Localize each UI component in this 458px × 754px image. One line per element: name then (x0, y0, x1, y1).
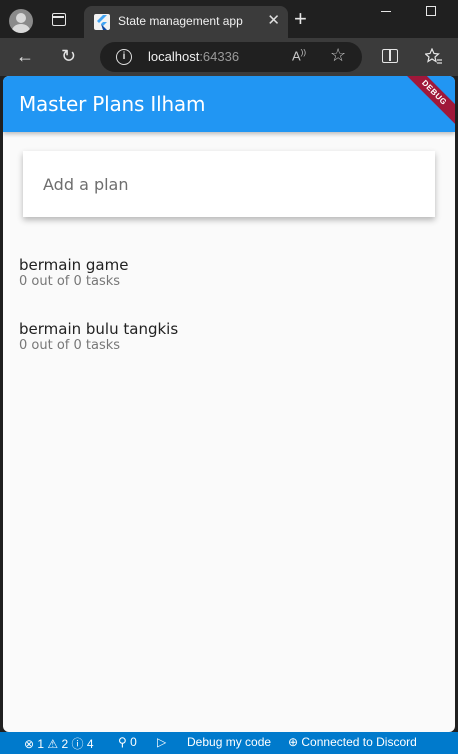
reload-icon[interactable]: ↻ (61, 46, 76, 66)
close-tab-icon[interactable]: ✕ (267, 12, 280, 30)
globe-icon: ⊕ (288, 735, 302, 749)
plan-name: bermain bulu tangkis (19, 320, 179, 338)
plan-list-item[interactable]: bermain bulu tangkis 0 out of 0 tasks (19, 320, 439, 354)
url-text: localhost:64336 (148, 49, 240, 64)
profile-avatar-icon[interactable] (9, 9, 33, 33)
status-bar: ⊗ 1 ⚠ 2 ⓘ 4 ⚲ 0 ▷ Debug my code ⊕ Connec… (0, 732, 458, 754)
read-aloud-icon[interactable]: A)) (292, 48, 306, 63)
browser-tab[interactable]: State management app ✕ (84, 6, 288, 38)
plan-list-item[interactable]: bermain game 0 out of 0 tasks (19, 256, 439, 290)
problems-indicator[interactable]: ⊗ 1 ⚠ 2 ⓘ 4 (24, 735, 94, 752)
app-bar: Master Plans Ilham (3, 76, 455, 132)
add-plan-input[interactable] (23, 151, 435, 217)
maximize-window-icon[interactable] (426, 6, 436, 16)
broadcast-icon: ⚲ (118, 735, 131, 749)
debug-my-code[interactable]: Debug my code (187, 735, 271, 749)
favorite-star-icon[interactable]: ☆ (330, 45, 346, 66)
discord-status[interactable]: ⊕ Connected to Discord (288, 735, 417, 749)
favorites-icon[interactable] (424, 47, 443, 64)
split-screen-icon[interactable] (382, 49, 398, 63)
plan-progress: 0 out of 0 tasks (19, 338, 121, 353)
add-plan-card (23, 151, 435, 217)
plan-progress: 0 out of 0 tasks (19, 274, 121, 289)
address-bar[interactable]: i localhost:64336 A)) ☆ (100, 42, 362, 72)
tab-title: State management app (118, 14, 243, 28)
plan-name: bermain game (19, 256, 129, 274)
minimize-window-icon[interactable] (381, 11, 391, 12)
app-bar-title: Master Plans Ilham (19, 92, 206, 116)
back-arrow-icon[interactable]: ← (16, 46, 34, 66)
new-tab-button[interactable]: + (294, 8, 307, 30)
browser-toolbar: ← ↻ i localhost:64336 A)) ☆ (0, 38, 458, 76)
app-page: Master Plans Ilham DEBUG bermain game 0 … (3, 76, 455, 732)
tab-actions-icon[interactable] (52, 13, 66, 26)
debug-icon[interactable]: ▷ (157, 735, 166, 749)
site-info-icon[interactable]: i (116, 49, 132, 65)
flutter-favicon-icon (94, 14, 110, 30)
browser-tab-strip: State management app ✕ + (0, 0, 458, 38)
ports-indicator[interactable]: ⚲ 0 (118, 735, 137, 749)
